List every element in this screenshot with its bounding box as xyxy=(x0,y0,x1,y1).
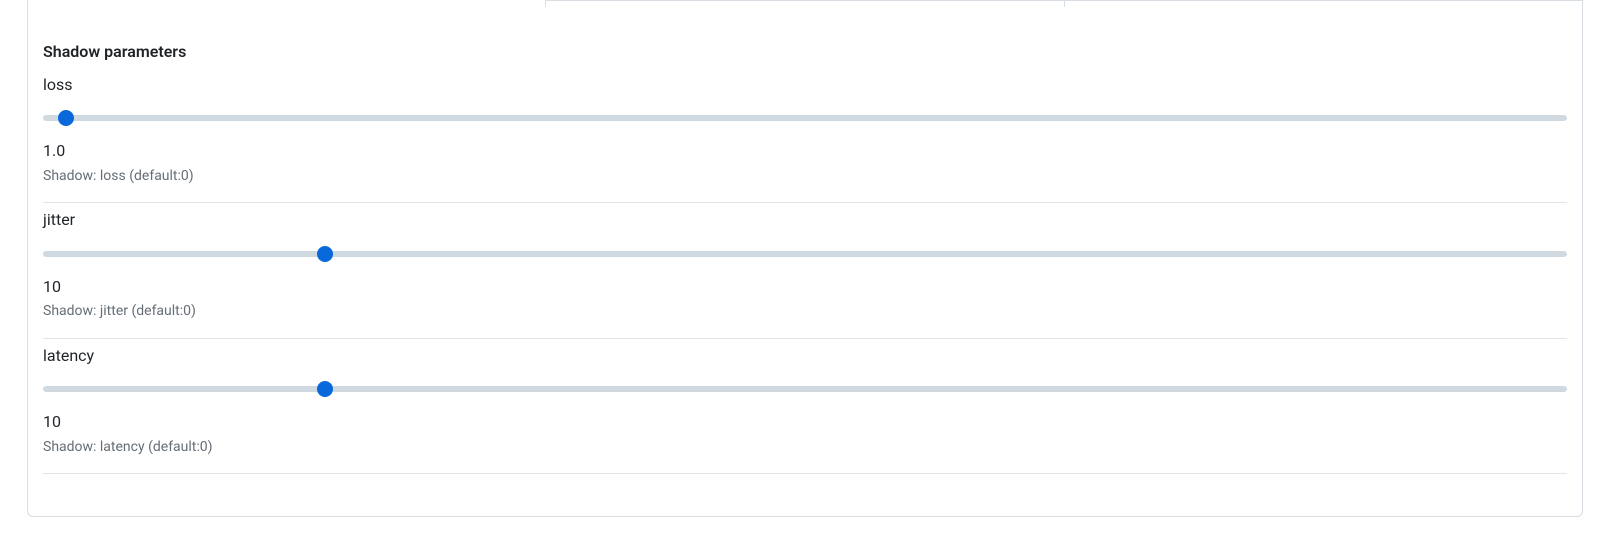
parameters-panel: Shadow parameters loss 1.0 Shadow: loss … xyxy=(27,6,1583,517)
param-label-loss: loss xyxy=(43,74,1567,96)
param-description-jitter: Shadow: jitter (default:0) xyxy=(43,302,1567,322)
slider-loss[interactable] xyxy=(43,110,1567,126)
param-jitter: jitter 10 Shadow: jitter (default:0) xyxy=(43,203,1567,338)
param-value-jitter: 10 xyxy=(43,276,1567,298)
param-latency: latency 10 Shadow: latency (default:0) xyxy=(43,339,1567,474)
slider-latency[interactable] xyxy=(43,381,1567,397)
slider-track xyxy=(43,115,1567,121)
param-value-loss: 1.0 xyxy=(43,140,1567,162)
slider-thumb[interactable] xyxy=(317,246,333,262)
param-description-latency: Shadow: latency (default:0) xyxy=(43,438,1567,458)
slider-thumb[interactable] xyxy=(317,381,333,397)
slider-jitter[interactable] xyxy=(43,246,1567,262)
param-label-jitter: jitter xyxy=(43,209,1567,231)
param-label-latency: latency xyxy=(43,345,1567,367)
slider-track xyxy=(43,251,1567,257)
slider-thumb[interactable] xyxy=(58,110,74,126)
param-description-loss: Shadow: loss (default:0) xyxy=(43,167,1567,187)
slider-track xyxy=(43,386,1567,392)
param-value-latency: 10 xyxy=(43,411,1567,433)
section-title: Shadow parameters xyxy=(43,40,1567,64)
param-loss: loss 1.0 Shadow: loss (default:0) xyxy=(43,68,1567,203)
